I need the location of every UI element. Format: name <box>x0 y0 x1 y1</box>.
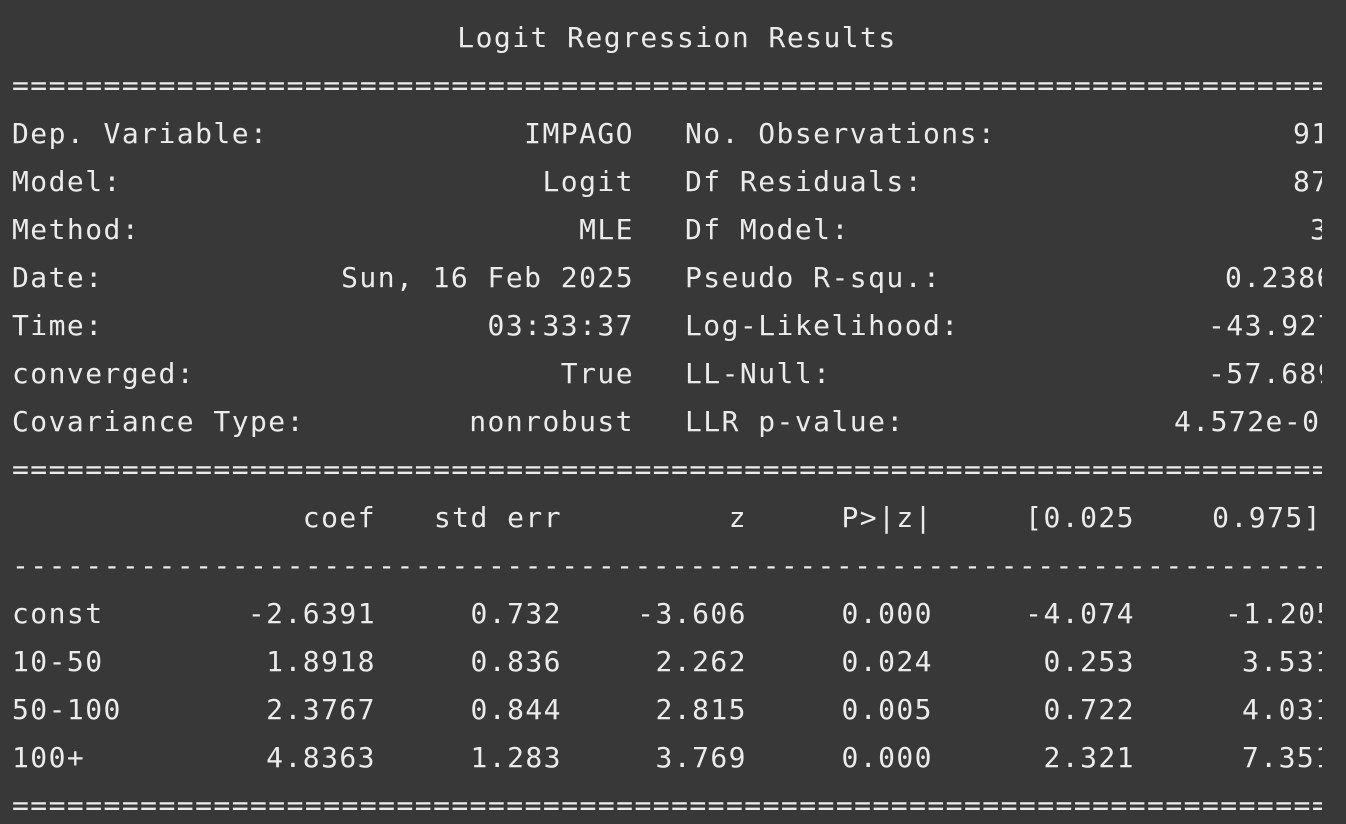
summary-label-left: Date: <box>12 261 104 294</box>
summary-label-right: Pseudo R-squ.: <box>685 261 942 294</box>
p-value: 0.005 <box>841 693 933 726</box>
std-err-value: 1.283 <box>470 741 562 774</box>
ci-lower-value: -4.074 <box>1025 597 1135 630</box>
summary-value-left: IMPAGO <box>524 117 634 150</box>
summary-label-left: Dep. Variable: <box>12 117 269 150</box>
p-value: 0.024 <box>841 645 933 678</box>
row-name: 100+ <box>12 741 86 774</box>
z-value: 2.262 <box>655 645 747 678</box>
summary-row: converged: True LL-Null: -57.689 <box>12 350 1322 398</box>
summary-value-left: True <box>560 357 634 390</box>
z-value: 3.769 <box>655 741 747 774</box>
summary-label-left: Model: <box>12 165 122 198</box>
row-name: 50-100 <box>12 693 122 726</box>
row-name: const <box>12 597 104 630</box>
std-err-value: 0.732 <box>470 597 562 630</box>
summary-value-left: Logit <box>542 165 634 198</box>
ci-lower-value: 0.722 <box>1043 693 1135 726</box>
row-name: 10-50 <box>12 645 104 678</box>
summary-value-left: Sun, 16 Feb 2025 <box>341 261 634 294</box>
double-separator-middle: ========================================… <box>12 453 1322 486</box>
std-err-value: 0.844 <box>470 693 562 726</box>
z-header: z <box>728 501 747 534</box>
summary-label-right: No. Observations: <box>685 117 997 150</box>
coef-header: coef <box>302 501 376 534</box>
table-row: 100+ 4.8363 1.283 3.769 0.000 2.321 7.35… <box>12 734 1322 782</box>
results-title: Logit Regression Results <box>457 21 897 54</box>
regression-output: Logit Regression Results ===============… <box>12 0 1322 824</box>
ci-upper-value: 4.031 <box>1242 693 1322 726</box>
z-value: 2.815 <box>655 693 747 726</box>
ci-lower-value: 2.321 <box>1043 741 1135 774</box>
ci-upper-value: 7.351 <box>1242 741 1322 774</box>
summary-value-right: 87 <box>1293 165 1322 198</box>
summary-row: Date: Sun, 16 Feb 2025 Pseudo R-squ.: 0.… <box>12 254 1322 302</box>
table-row: 10-50 1.8918 0.836 2.262 0.024 0.253 3.5… <box>12 638 1322 686</box>
summary-value-right: 0.2386 <box>1225 261 1322 294</box>
summary-label-right: LL-Null: <box>685 357 832 390</box>
summary-value-left: nonrobust <box>469 405 634 438</box>
summary-label-right: Log-Likelihood: <box>685 309 960 342</box>
summary-value-right: 4.572e-06 <box>1174 405 1322 438</box>
single-separator: ----------------------------------------… <box>12 549 1322 582</box>
summary-label-left: Covariance Type: <box>12 405 305 438</box>
summary-value-right: -43.927 <box>1208 309 1322 342</box>
double-separator-top: ========================================… <box>12 69 1322 102</box>
summary-label-left: Time: <box>12 309 104 342</box>
summary-row: Method: MLE Df Model: 3 <box>12 206 1322 254</box>
summary-value-left: 03:33:37 <box>487 309 634 342</box>
summary-label-left: Method: <box>12 213 141 246</box>
ci-upper-value: -1.205 <box>1225 597 1322 630</box>
coef-value: 4.8363 <box>266 741 376 774</box>
ci-lower-header: [0.025 <box>1025 501 1135 534</box>
summary-row: Dep. Variable: IMPAGO No. Observations: … <box>12 110 1322 158</box>
ci-upper-value: 3.531 <box>1242 645 1322 678</box>
summary-label-right: Df Model: <box>685 213 850 246</box>
summary-value-left: MLE <box>579 213 634 246</box>
coef-header-row: coef std err z P>|z| [0.025 0.975] <box>12 494 1322 542</box>
coef-value: -2.6391 <box>247 597 376 630</box>
summary-value-right: 3 <box>1310 213 1322 246</box>
summary-value-right: -57.689 <box>1208 357 1322 390</box>
std-err-value: 0.836 <box>470 645 562 678</box>
summary-label-right: LLR p-value: <box>685 405 905 438</box>
summary-label-right: Df Residuals: <box>685 165 923 198</box>
p-value: 0.000 <box>841 741 933 774</box>
std-err-header: std err <box>433 501 562 534</box>
p-value: 0.000 <box>841 597 933 630</box>
table-row: const -2.6391 0.732 -3.606 0.000 -4.074 … <box>12 590 1322 638</box>
summary-label-left: converged: <box>12 357 196 390</box>
coef-value: 1.8918 <box>266 645 376 678</box>
p-value-header: P>|z| <box>841 501 933 534</box>
double-separator-bottom: ========================================… <box>12 789 1322 822</box>
summary-value-right: 91 <box>1293 117 1322 150</box>
z-value: -3.606 <box>637 597 747 630</box>
table-row: 50-100 2.3767 0.844 2.815 0.005 0.722 4.… <box>12 686 1322 734</box>
summary-row: Covariance Type: nonrobust LLR p-value: … <box>12 398 1322 446</box>
coef-value: 2.3767 <box>266 693 376 726</box>
summary-row: Model: Logit Df Residuals: 87 <box>12 158 1322 206</box>
summary-row: Time: 03:33:37 Log-Likelihood: -43.927 <box>12 302 1322 350</box>
ci-lower-value: 0.253 <box>1043 645 1135 678</box>
ci-upper-header: 0.975] <box>1212 501 1322 534</box>
